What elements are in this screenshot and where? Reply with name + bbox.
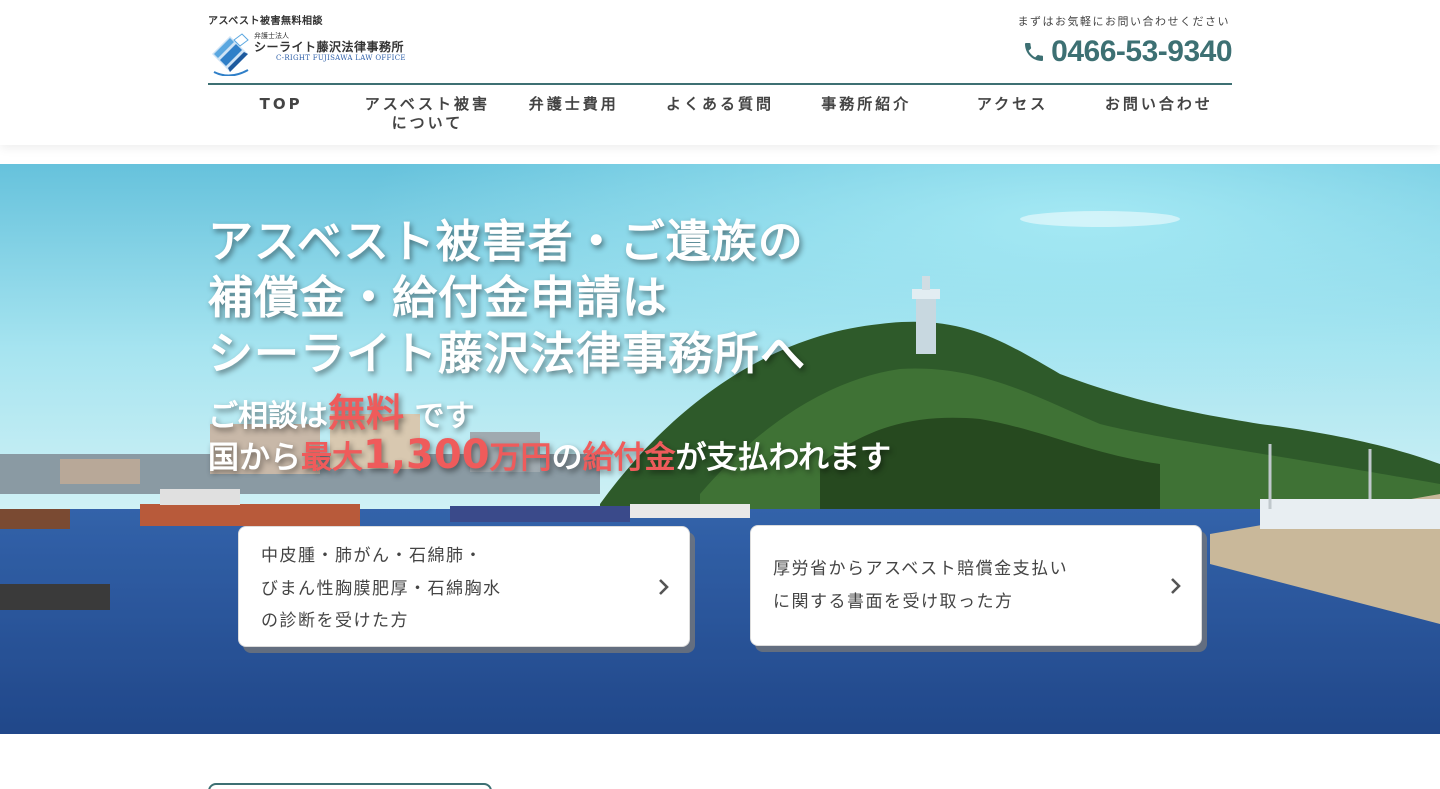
sub1-post: です [404, 399, 475, 434]
card-line: びまん性胸膜肥厚・石綿胸水 [261, 578, 502, 599]
nav-item-fees[interactable]: 弁護士費用 [501, 85, 647, 139]
nav-item-label: 事務所紹介 [821, 95, 912, 113]
nav-item-asbestos[interactable]: アスベスト被害 について [354, 85, 500, 139]
nav-item-contact[interactable]: お問い合わせ [1086, 85, 1232, 139]
card-line: 中皮腫・肺がん・石綿肺・ [261, 546, 483, 566]
headline-line-1: アスベスト被害者・ご遺族の [208, 215, 804, 268]
sub1-pre: ご相談は [208, 399, 328, 434]
nav-item-faq[interactable]: よくある質問 [647, 85, 793, 139]
hero-headline: アスベスト被害者・ご遺族の 補償金・給付金申請は シーライト藤沢法律事務所へ [208, 214, 806, 382]
card-diagnosed[interactable]: 中皮腫・肺がん・石綿肺・ びまん性胸膜肥厚・石綿胸水 の診断を受けた方 [238, 526, 690, 647]
section-tab-partial [208, 783, 492, 789]
nav-item-label: お問い合わせ [1104, 95, 1213, 113]
nav-item-label: アクセス [976, 95, 1049, 113]
phone-icon [1025, 43, 1044, 61]
nav-item-label: よくある質問 [665, 95, 774, 113]
nav-item-access[interactable]: アクセス [939, 85, 1085, 139]
logo-name: シーライト藤沢法律事務所 [254, 40, 405, 54]
card-document-text: 厚労省からアスベスト賠償金支払い に関する書面を受け取った方 [773, 553, 1068, 618]
sub2-max: 最大 [301, 440, 363, 476]
sub2-benefit: 給付金 [582, 440, 676, 476]
headline-line-3: シーライト藤沢法律事務所へ [208, 327, 807, 380]
nav-item-label: アスベスト被害 [364, 95, 491, 113]
site-logo[interactable]: 弁護士法人 シーライト藤沢法律事務所 C-RIGHT FUJISAWA LAW … [208, 28, 406, 76]
nav-item-about[interactable]: 事務所紹介 [793, 85, 939, 139]
card-line: に関する書面を受け取った方 [773, 591, 1014, 612]
card-diagnosed-text: 中皮腫・肺がん・石綿肺・ びまん性胸膜肥厚・石綿胸水 の診断を受けた方 [261, 540, 502, 638]
header-inner: アスベスト被害無料相談 弁護士法人 シーライト藤沢法律事務所 C-RIGHT F… [208, 0, 1232, 145]
hero-free-consultation: ご相談は無料 です [208, 382, 474, 437]
logo-sub: C-RIGHT FUJISAWA LAW OFFICE [276, 54, 406, 62]
main-nav: TOP アスベスト被害 について 弁護士費用 よくある質問 事務所紹介 アクセス … [208, 83, 1232, 139]
card-document-received[interactable]: 厚労省からアスベスト賠償金支払い に関する書面を受け取った方 [750, 525, 1202, 646]
phone-number: 0466-53-9340 [1051, 35, 1232, 68]
card-line: 厚労省からアスベスト賠償金支払い [773, 559, 1069, 579]
nav-item-top[interactable]: TOP [208, 85, 354, 139]
nav-item-label-line2: について [391, 114, 464, 132]
sub2-unit: 万円 [489, 440, 552, 476]
contact-label: まずはお気軽にお問い合わせください [1017, 15, 1230, 28]
header-tagline: アスベスト被害無料相談 [208, 16, 323, 27]
hero-section: アスベスト被害者・ご遺族の 補償金・給付金申請は シーライト藤沢法律事務所へ ご… [0, 164, 1440, 734]
phone-link[interactable]: 0466-53-9340 [1022, 34, 1232, 70]
sub2-post: が支払われます [675, 440, 891, 476]
sub1-emphasis: 無料 [328, 391, 405, 435]
nav-item-label: 弁護士費用 [528, 95, 619, 113]
site-header: アスベスト被害無料相談 弁護士法人 シーライト藤沢法律事務所 C-RIGHT F… [0, 0, 1440, 145]
chevron-right-icon [659, 579, 669, 595]
chevron-right-icon [1171, 578, 1181, 594]
hero-benefit: 国から最大1,300万円の給付金が支払われます [208, 432, 891, 478]
sub2-pre: 国から [208, 440, 301, 476]
nav-item-label: TOP [259, 95, 303, 113]
sub2-amount: 1,300 [363, 432, 490, 478]
sub2-mid: の [551, 440, 583, 476]
logo-mark-icon [212, 33, 249, 76]
headline-line-2: 補償金・給付金申請は [208, 271, 669, 324]
card-line: の診断を受けた方 [261, 611, 409, 631]
